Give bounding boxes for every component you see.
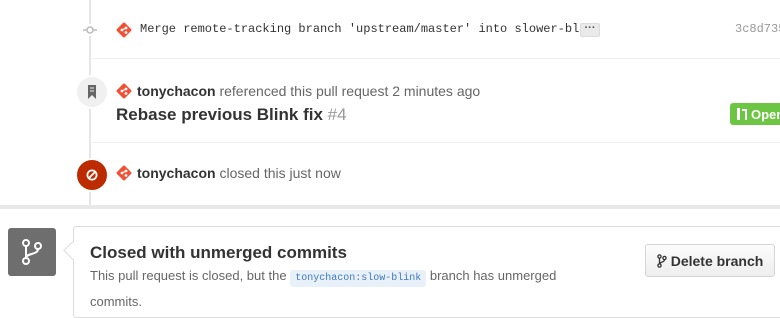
reference-event-text: tonychacon referenced this pull request … xyxy=(137,83,480,99)
pr-state-label: Open xyxy=(751,106,780,122)
referenced-pr-title[interactable]: Rebase previous Blink fix #4 xyxy=(116,105,347,125)
git-pull-request-icon xyxy=(737,108,747,120)
pr-open-state-badge: Open xyxy=(730,103,780,125)
timeline-divider xyxy=(92,58,780,59)
branch-name-label: tonychacon:slow-blink xyxy=(290,270,427,287)
commit-row: Merge remote-tracking branch 'upstream/m… xyxy=(0,12,780,48)
timeline-end-divider xyxy=(0,205,780,209)
commit-message-link[interactable]: Merge remote-tracking branch 'upstream/m… xyxy=(140,22,601,36)
merge-desc-before: This pull request is closed, but the xyxy=(90,268,287,283)
git-logo-icon xyxy=(116,22,132,38)
commit-expand-button[interactable]: ··· xyxy=(580,23,600,37)
merge-status-heading: Closed with unmerged commits xyxy=(90,243,347,262)
commit-sha-link[interactable]: 3c8d735 xyxy=(735,22,780,36)
delete-branch-button[interactable]: Delete branch xyxy=(645,244,775,277)
referenced-pr-number[interactable]: #4 xyxy=(328,105,347,124)
git-logo-icon xyxy=(116,83,132,99)
reference-user-link[interactable]: tonychacon xyxy=(137,83,216,99)
commit-icon xyxy=(83,24,97,36)
bookmark-icon xyxy=(75,75,109,109)
git-logo-icon xyxy=(116,165,132,181)
reference-action-text: referenced this pull request 2 minutes a… xyxy=(219,83,481,99)
timeline-divider xyxy=(92,142,780,143)
referenced-pr-title-text[interactable]: Rebase previous Blink fix xyxy=(116,105,323,124)
closed-action-text: closed this just now xyxy=(219,165,341,181)
git-branch-icon xyxy=(8,228,56,276)
delete-branch-label[interactable]: Delete branch xyxy=(671,253,764,269)
git-branch-icon xyxy=(656,253,667,268)
closed-user-link[interactable]: tonychacon xyxy=(137,165,216,181)
circle-slash-icon xyxy=(75,158,109,192)
merge-status-description: This pull request is closed, but the ton… xyxy=(90,264,590,313)
closed-event-text: tonychacon closed this just now xyxy=(137,165,341,181)
